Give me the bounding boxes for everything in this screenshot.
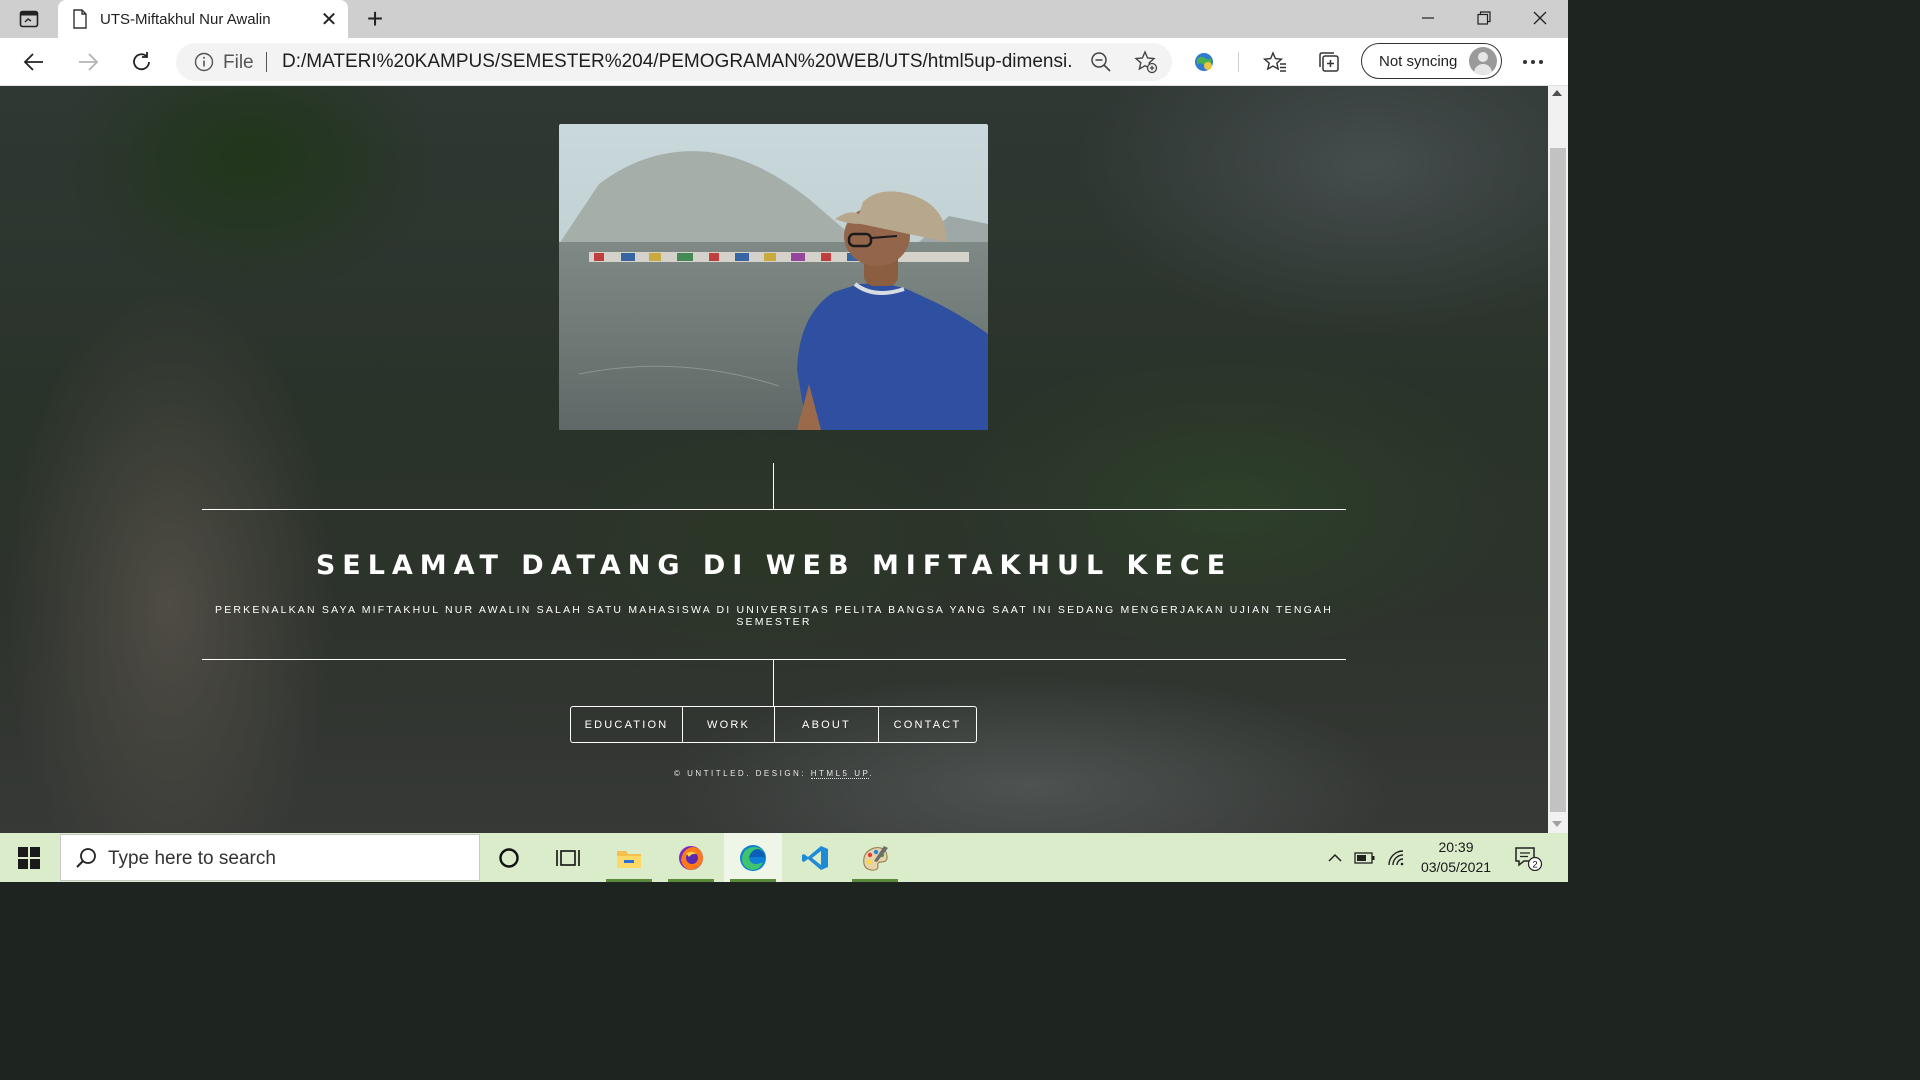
- search-placeholder: Type here to search: [108, 848, 276, 869]
- address-separator: [266, 52, 267, 72]
- address-scheme: File: [223, 52, 254, 73]
- notification-count: 2: [1532, 859, 1537, 870]
- taskbar-search[interactable]: Type here to search: [60, 834, 480, 881]
- close-window-icon[interactable]: [1512, 0, 1568, 36]
- restore-icon[interactable]: [1456, 0, 1512, 36]
- wifi-icon[interactable]: [1384, 833, 1410, 882]
- footer-suffix: .: [869, 769, 875, 778]
- battery-icon[interactable]: [1352, 833, 1378, 882]
- scroll-thumb[interactable]: [1550, 148, 1566, 812]
- show-hidden-icons-icon[interactable]: [1324, 833, 1346, 882]
- collections-icon[interactable]: [1311, 44, 1347, 80]
- tab-actions-icon[interactable]: [12, 8, 46, 30]
- divider-horizontal-top: [202, 509, 1346, 510]
- page-icon: [73, 9, 87, 29]
- vscode-icon[interactable]: [786, 833, 844, 882]
- address-bar[interactable]: File D:/MATERI%20KAMPUS/SEMESTER%204/PEM…: [176, 43, 1172, 81]
- toolbar-divider: [1238, 52, 1239, 72]
- task-view-icon[interactable]: [539, 833, 597, 882]
- notification-center-icon[interactable]: 2: [1510, 833, 1546, 882]
- search-icon: [76, 848, 96, 868]
- divider-horizontal-bottom: [202, 659, 1346, 660]
- extension-icon[interactable]: [1186, 44, 1222, 80]
- scroll-down-arrow-icon[interactable]: [1552, 821, 1562, 827]
- back-icon[interactable]: [16, 44, 52, 80]
- new-tab-button[interactable]: +: [360, 3, 390, 34]
- paint-icon[interactable]: [846, 833, 904, 882]
- tab-title: UTS-Miftakhul Nur Awalin: [100, 10, 271, 28]
- profile-photo: [559, 124, 988, 430]
- clock-time: 20:39: [1438, 839, 1474, 855]
- minimize-icon[interactable]: [1400, 0, 1456, 36]
- page-viewport: SELAMAT DATANG DI WEB MIFTAKHUL KECE PER…: [0, 86, 1548, 833]
- firefox-icon[interactable]: [662, 833, 720, 882]
- zoom-out-icon[interactable]: [1090, 51, 1112, 73]
- firefox-running-indicator: [668, 879, 714, 882]
- taskbar-clock[interactable]: 20:39 03/05/2021: [1410, 837, 1502, 877]
- forward-icon[interactable]: [70, 44, 106, 80]
- edge-icon[interactable]: [724, 833, 782, 882]
- nav-about[interactable]: ABOUT: [774, 707, 878, 742]
- page-subtitle: PERKENALKAN SAYA MIFTAKHUL NUR AWALIN SA…: [214, 604, 1333, 628]
- browser-toolbar: File D:/MATERI%20KAMPUS/SEMESTER%204/PEM…: [0, 38, 1568, 86]
- nav-education[interactable]: EDUCATION: [571, 707, 682, 742]
- url-text[interactable]: D:/MATERI%20KAMPUS/SEMESTER%204/PEMOGRAM…: [282, 51, 1072, 73]
- paint-running-indicator: [852, 879, 898, 882]
- footer-credit: © UNTITLED. DESIGN: HTML5 UP.: [0, 769, 1548, 779]
- favorites-icon[interactable]: [1257, 44, 1293, 80]
- avatar-icon: [1469, 47, 1497, 75]
- main-nav: EDUCATION WORK ABOUT CONTACT: [570, 706, 977, 743]
- add-favorite-icon[interactable]: [1134, 50, 1158, 74]
- edge-running-indicator: [730, 879, 776, 882]
- windows-taskbar: Type here to search 20:39 03/05/2021 2: [0, 833, 1568, 882]
- info-icon[interactable]: [194, 52, 214, 72]
- nav-work[interactable]: WORK: [682, 707, 774, 742]
- divider-vertical-top: [773, 463, 774, 509]
- more-icon[interactable]: [1515, 44, 1551, 80]
- footer-prefix: © UNTITLED. DESIGN:: [673, 769, 811, 778]
- page-title: SELAMAT DATANG DI WEB MIFTAKHUL KECE: [315, 550, 1233, 581]
- refresh-icon[interactable]: [124, 44, 160, 80]
- cortana-icon[interactable]: [480, 833, 538, 882]
- file-explorer-running-indicator: [606, 879, 652, 882]
- profile-sync-button[interactable]: Not syncing: [1361, 43, 1502, 79]
- windows-start-icon[interactable]: [0, 833, 58, 882]
- clock-date: 03/05/2021: [1420, 859, 1492, 875]
- tab-close-icon[interactable]: ✕: [314, 4, 344, 34]
- file-explorer-icon[interactable]: [600, 833, 658, 882]
- vertical-scrollbar[interactable]: [1548, 86, 1568, 833]
- scroll-up-arrow-icon[interactable]: [1552, 90, 1562, 96]
- nav-contact[interactable]: CONTACT: [878, 707, 976, 742]
- browser-tab[interactable]: UTS-Miftakhul Nur Awalin ✕: [58, 0, 348, 38]
- divider-vertical-bottom: [773, 659, 774, 706]
- sync-label: Not syncing: [1379, 52, 1458, 70]
- tab-strip: UTS-Miftakhul Nur Awalin ✕ +: [0, 0, 1568, 38]
- html5up-link[interactable]: HTML5 UP: [810, 769, 870, 779]
